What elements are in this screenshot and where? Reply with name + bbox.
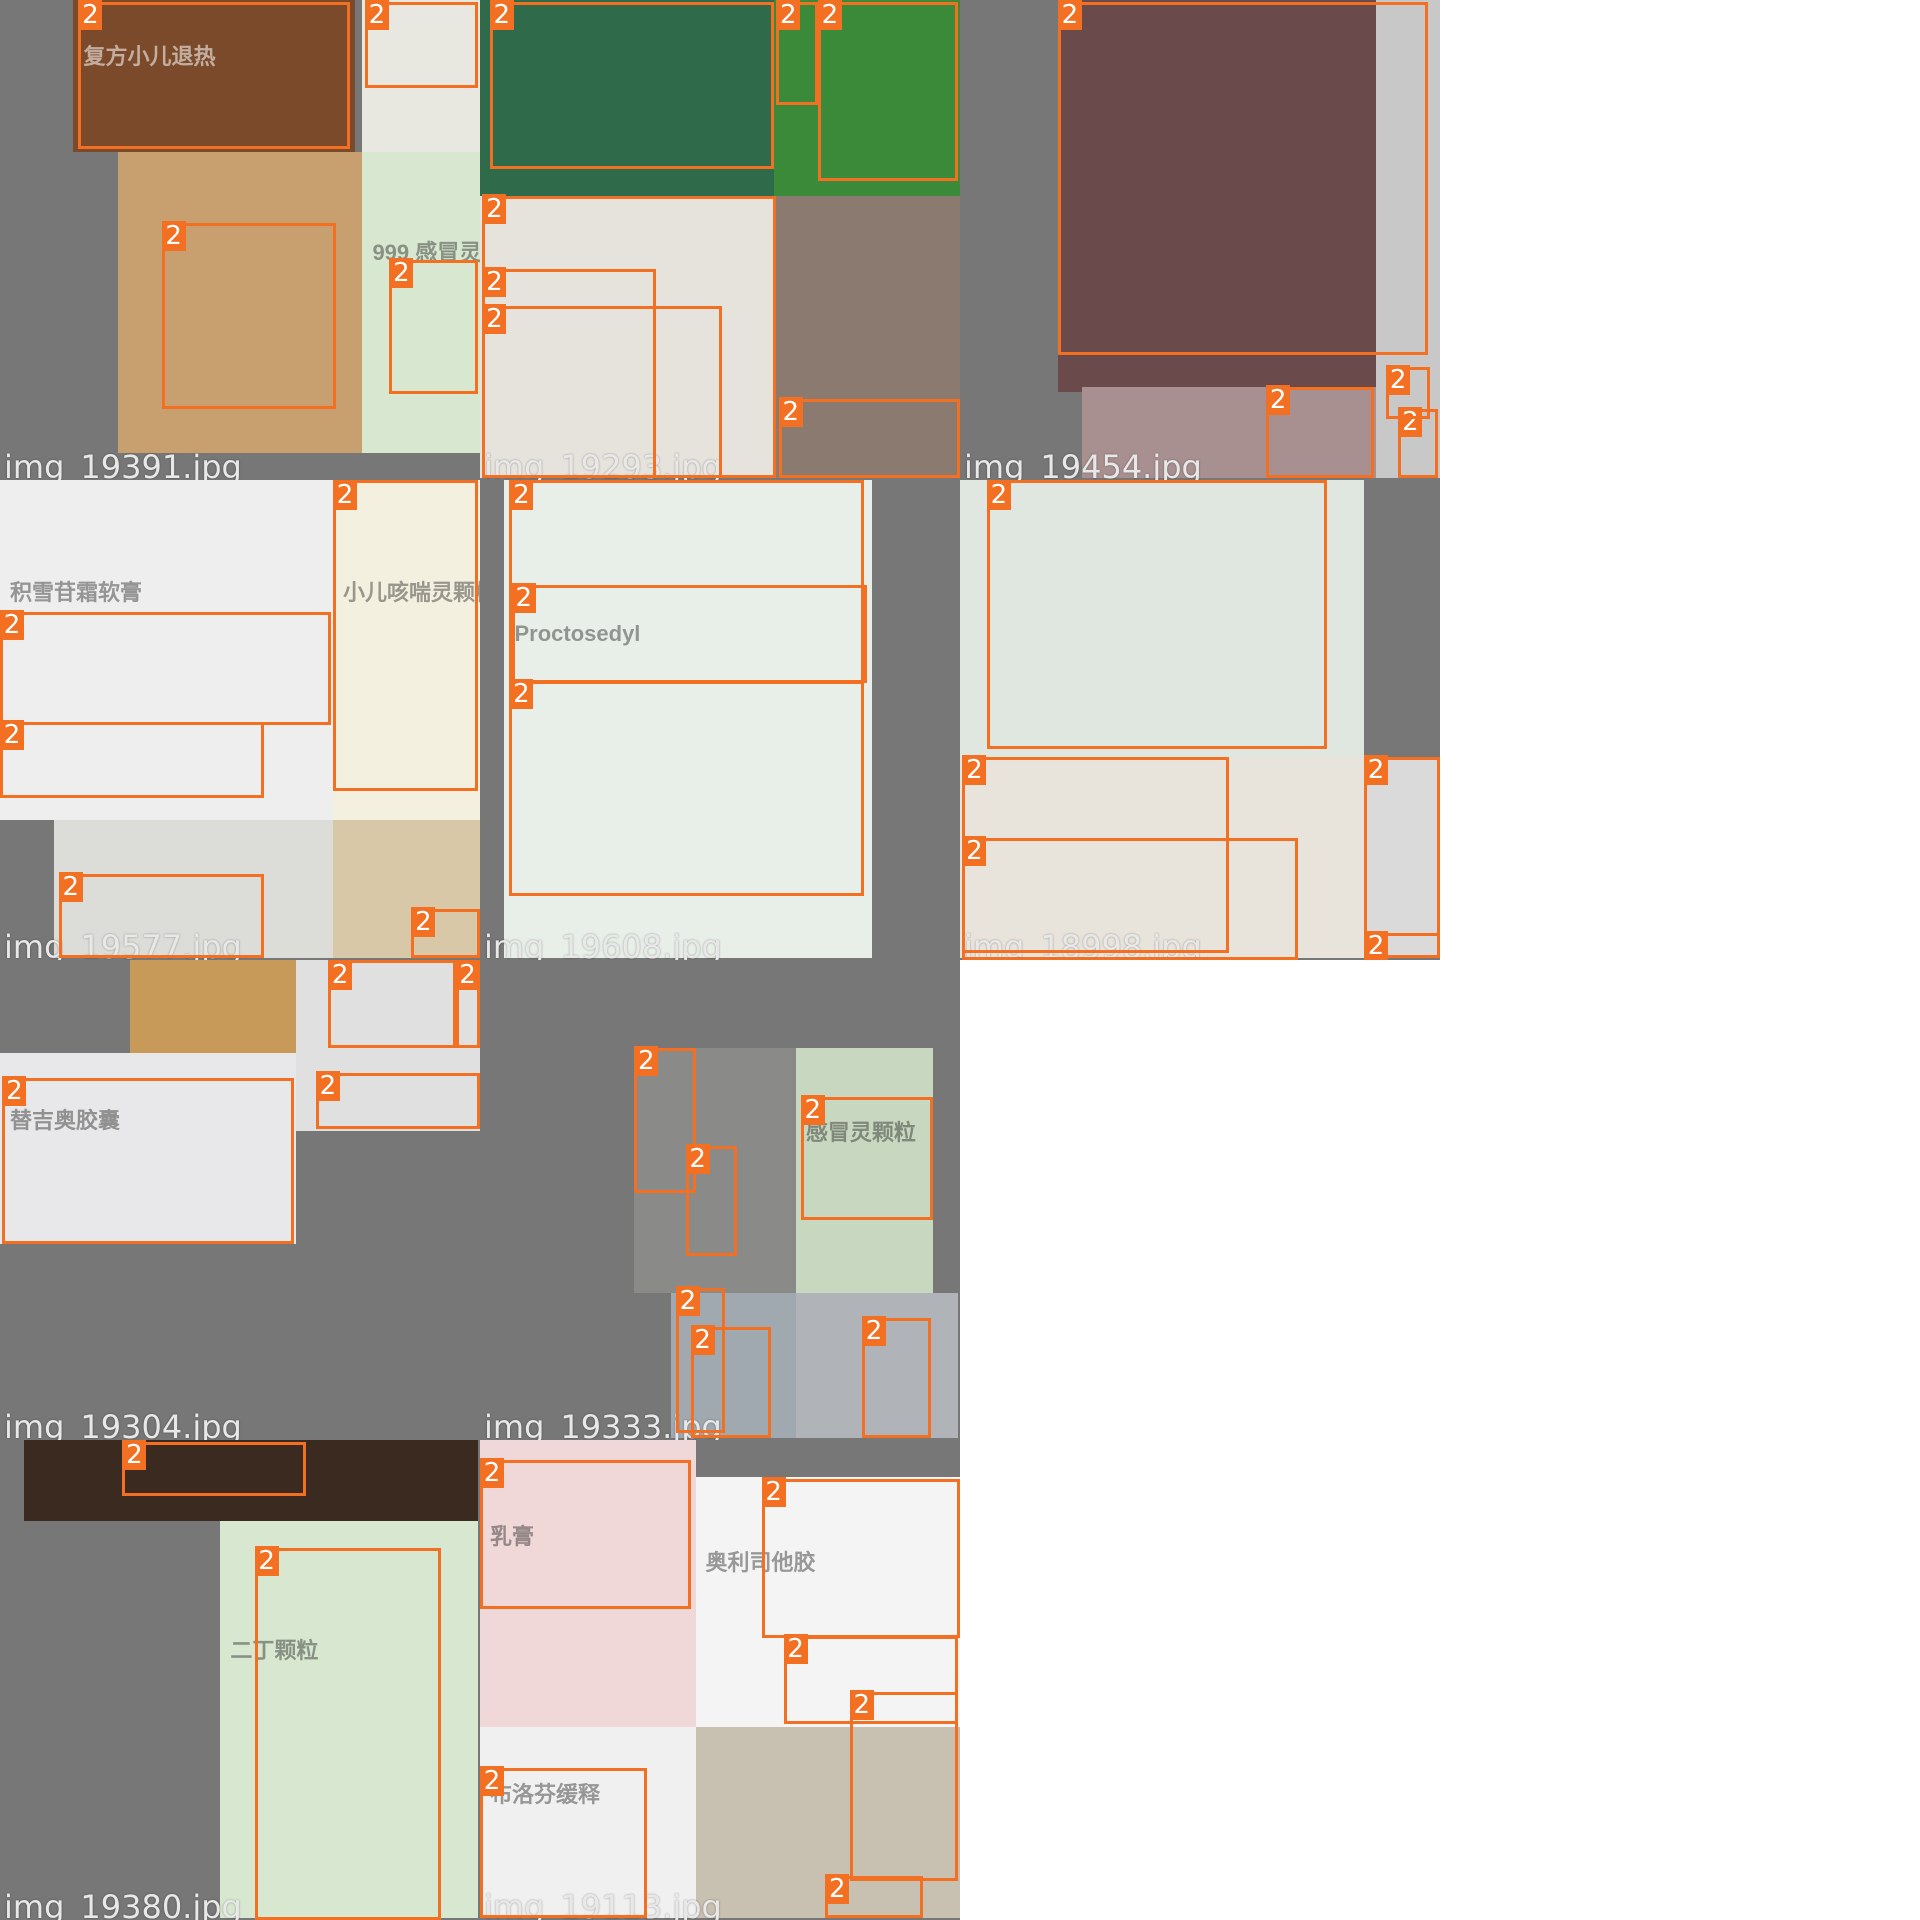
class-label-badge: 2 bbox=[0, 610, 24, 641]
detection-box bbox=[58, 874, 265, 958]
detection-mosaic: 复方小儿退热 999 感冒灵 img_19391.jpg 2 2 2 2 img_19293.… bbox=[0, 0, 1920, 1920]
class-label-badge: 2 bbox=[962, 754, 987, 785]
class-label-badge: 2 bbox=[761, 1477, 786, 1508]
detection-box bbox=[962, 837, 1298, 960]
class-label-badge: 2 bbox=[1057, 0, 1082, 31]
detection-box bbox=[122, 1442, 307, 1497]
mosaic-tile: img_19454.jpg 2 2 2 2 bbox=[960, 0, 1440, 480]
class-label-badge: 2 bbox=[1266, 384, 1291, 415]
class-label-badge: 2 bbox=[389, 257, 414, 288]
class-label-badge: 2 bbox=[783, 1633, 808, 1664]
class-label-badge: 2 bbox=[1386, 365, 1411, 396]
detection-box bbox=[480, 1768, 647, 1918]
class-label-badge: 2 bbox=[480, 1766, 504, 1797]
class-label-badge: 2 bbox=[2, 1075, 27, 1106]
class-label-badge: 2 bbox=[1364, 931, 1389, 960]
detection-box bbox=[482, 306, 723, 478]
class-label-badge: 2 bbox=[634, 1046, 659, 1077]
class-label-badge: 2 bbox=[161, 220, 186, 251]
detection-box bbox=[1057, 2, 1428, 356]
mosaic-tile: img_18998.jpg 2 2 2 2 2 bbox=[960, 480, 1440, 960]
class-label-badge: 2 bbox=[962, 835, 987, 866]
class-label-badge: 2 bbox=[675, 1286, 700, 1317]
class-label-badge: 2 bbox=[685, 1144, 710, 1175]
detection-box bbox=[986, 480, 1328, 750]
detection-box bbox=[849, 1692, 958, 1881]
class-label-badge: 2 bbox=[0, 720, 24, 751]
class-label-badge: 2 bbox=[254, 1545, 279, 1576]
mosaic-tile: img_19293.jpg 2 2 2 2 2 2 2 bbox=[480, 0, 960, 480]
detection-box bbox=[254, 1547, 441, 1920]
class-label-badge: 2 bbox=[986, 480, 1011, 510]
class-label-badge: 2 bbox=[455, 960, 480, 990]
mosaic-tile: Proctosedyl img_19608.jpg 2 2 2 bbox=[480, 480, 960, 960]
class-label-badge: 2 bbox=[1364, 754, 1389, 785]
mosaic-tile: 积雪苷霜软膏小儿咳喘灵颗粒img_19577.jpg22222 bbox=[0, 480, 480, 960]
detection-box bbox=[509, 680, 865, 897]
detection-box bbox=[161, 222, 336, 409]
detection-box bbox=[489, 2, 774, 169]
detection-box bbox=[778, 399, 960, 478]
class-label-badge: 2 bbox=[817, 0, 842, 31]
tile-filename: img_19391.jpg bbox=[4, 447, 242, 480]
mosaic-tile: 复方小儿退热 999 感冒灵 img_19391.jpg 2 2 2 2 bbox=[0, 0, 480, 480]
detection-box bbox=[78, 2, 351, 150]
class-label-badge: 2 bbox=[122, 1440, 147, 1471]
tile-filename: img_19454.jpg bbox=[964, 447, 1202, 480]
detection-box bbox=[480, 1459, 691, 1609]
product-photo bbox=[129, 960, 297, 1054]
class-label-badge: 2 bbox=[511, 583, 536, 614]
class-label-badge: 2 bbox=[509, 480, 534, 510]
class-label-badge: 2 bbox=[482, 267, 507, 298]
detection-box bbox=[761, 1479, 960, 1639]
detection-box bbox=[0, 722, 265, 799]
detection-box bbox=[333, 480, 478, 792]
class-label-badge: 2 bbox=[690, 1325, 715, 1356]
class-label-badge: 2 bbox=[78, 0, 103, 31]
detection-box bbox=[0, 612, 331, 725]
class-label-badge: 2 bbox=[800, 1095, 825, 1126]
tile-filename: img_19380.jpg bbox=[4, 1887, 242, 1920]
class-label-badge: 2 bbox=[778, 397, 803, 428]
package-text: 积雪苷霜软膏 bbox=[10, 580, 143, 606]
class-label-badge: 2 bbox=[333, 480, 358, 510]
class-label-badge: 2 bbox=[328, 960, 353, 990]
class-label-badge: 2 bbox=[482, 193, 507, 224]
detection-box bbox=[511, 585, 867, 684]
class-label-badge: 2 bbox=[489, 0, 514, 31]
tile-filename: img_19304.jpg bbox=[4, 1407, 242, 1440]
mosaic-tile: 二丁颗粒 img_19380.jpg 2 2 bbox=[0, 1440, 480, 1920]
detection-box bbox=[2, 1077, 294, 1245]
class-label-badge: 2 bbox=[509, 678, 534, 709]
detection-box bbox=[315, 1072, 480, 1129]
class-label-badge: 2 bbox=[776, 0, 801, 31]
class-label-badge: 2 bbox=[482, 304, 507, 335]
mosaic-tile: 乳膏 奥利司他胶 布洛芬缓释 img_19113.jpg 2 2 2 2 2 2 bbox=[480, 1440, 960, 1920]
detection-box bbox=[1364, 756, 1440, 958]
class-label-badge: 2 bbox=[315, 1070, 340, 1101]
mosaic-tile: 替吉奥胶囊 img_19304.jpg 2 2 2 2 bbox=[0, 960, 480, 1440]
class-label-badge: 2 bbox=[480, 1457, 504, 1488]
mosaic-tile: 感冒灵颗粒 img_19333.jpg 2 2 2 2 2 2 bbox=[480, 960, 960, 1440]
class-label-badge: 2 bbox=[862, 1315, 887, 1346]
class-label-badge: 2 bbox=[58, 872, 83, 903]
class-label-badge: 2 bbox=[825, 1873, 850, 1904]
class-label-badge: 2 bbox=[849, 1690, 874, 1721]
tile-filename: img_19608.jpg bbox=[484, 927, 722, 960]
class-label-badge: 2 bbox=[411, 906, 436, 937]
class-label-badge: 2 bbox=[364, 0, 389, 31]
